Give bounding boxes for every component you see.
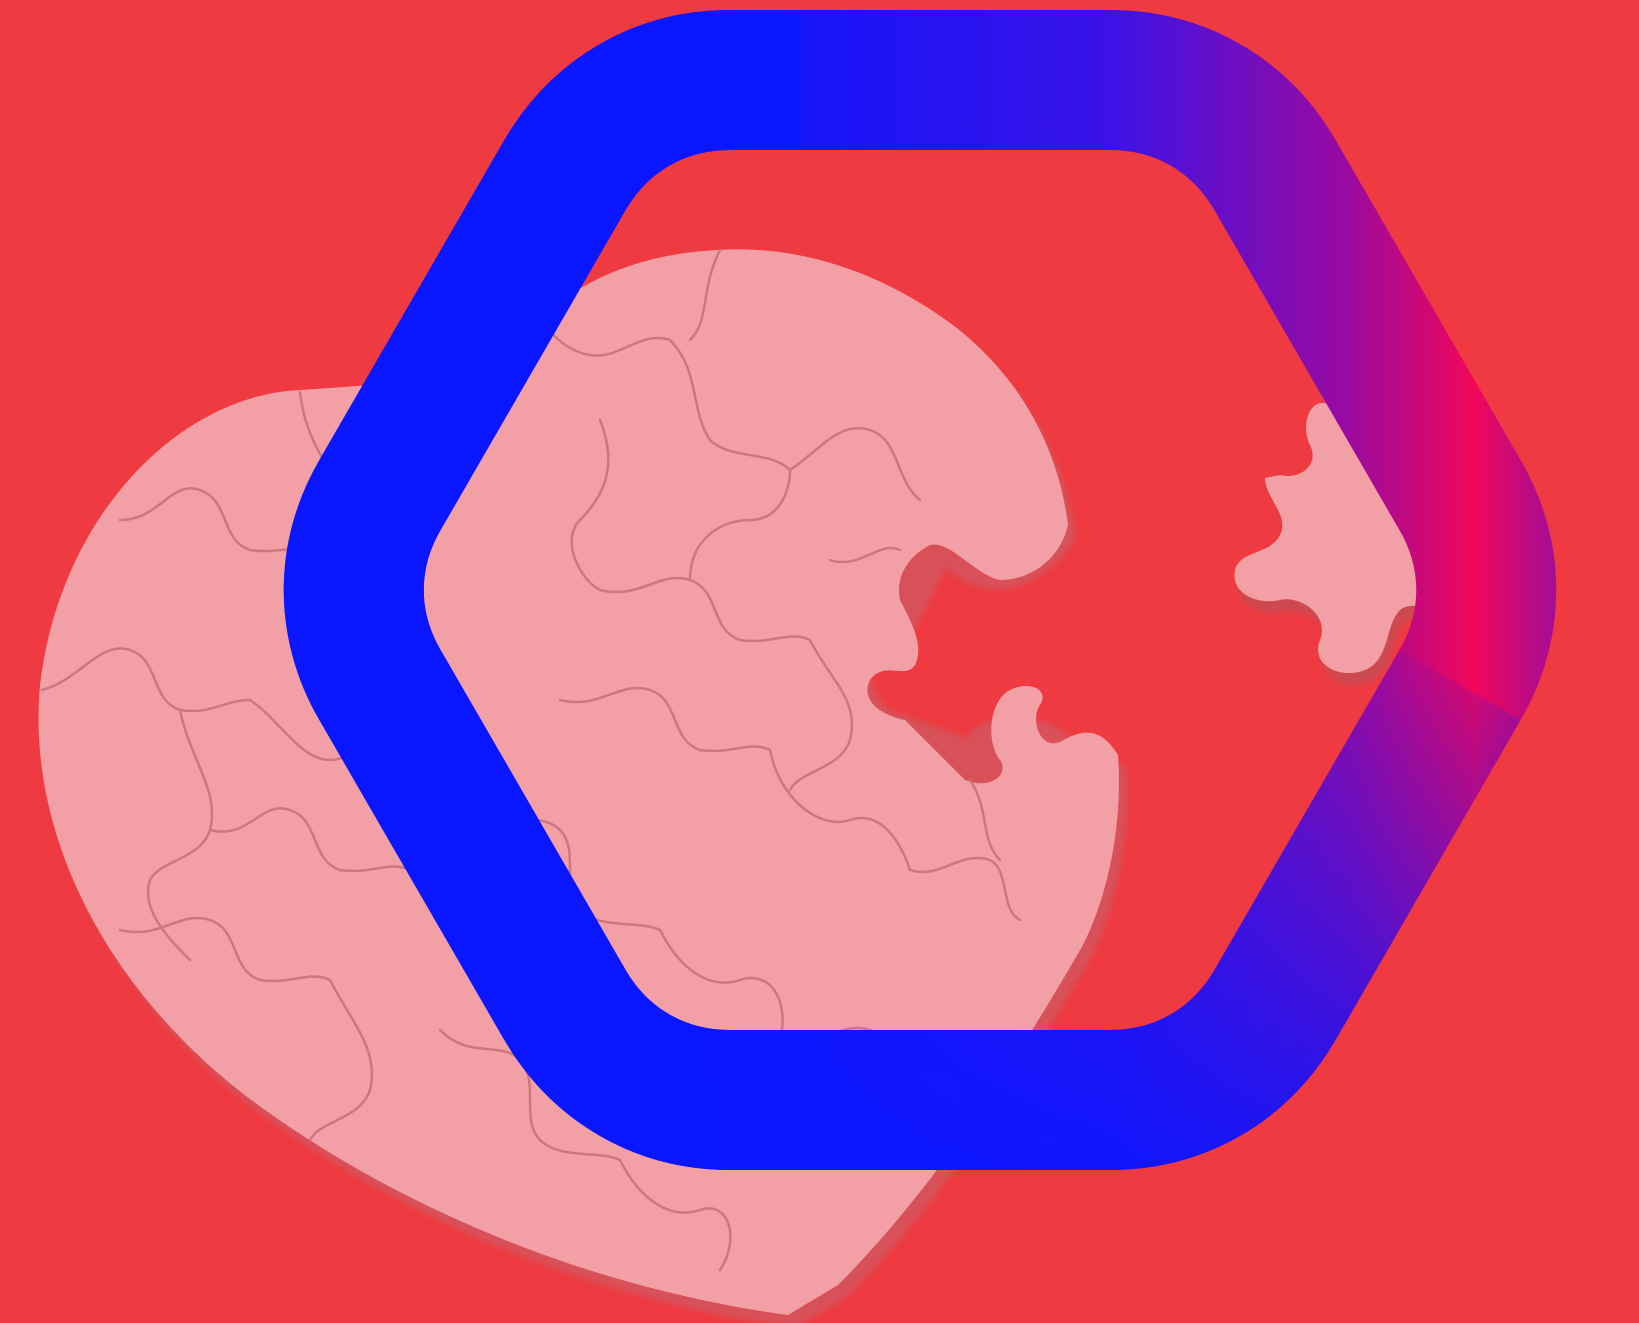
hero-image [0,0,1639,1323]
puzzle-heart-illustration [0,0,1639,1323]
